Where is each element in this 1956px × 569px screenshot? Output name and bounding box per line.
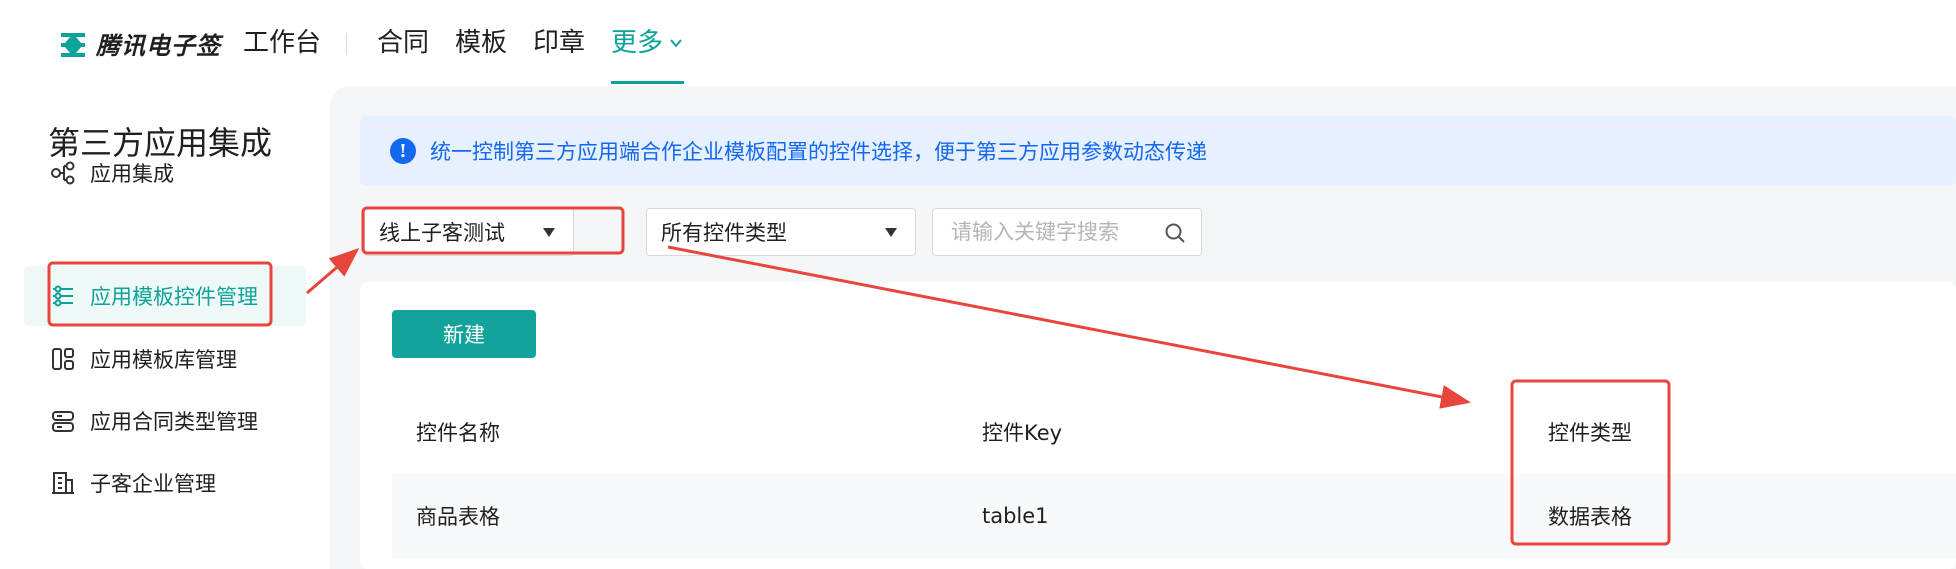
info-icon: ! — [390, 138, 416, 164]
column-header-type: 控件类型 — [1548, 421, 1632, 445]
app-select-value: 线上子客测试 — [379, 221, 505, 245]
stack-icon — [52, 411, 74, 432]
cell-control-type: 数据表格 — [1548, 505, 1632, 529]
top-navigation: 腾讯电子签 工作台 合同 模板 印章 更多 — [0, 0, 1956, 86]
nav-divider — [346, 33, 347, 55]
share-nodes-icon — [51, 161, 75, 185]
table-header: 控件名称 控件Key 控件类型 — [392, 390, 1956, 474]
nav-seals[interactable]: 印章 — [533, 26, 585, 60]
sidebar-item-template-controls[interactable]: 应用模板控件管理 — [24, 266, 306, 326]
sidebar-item-label: 应用合同类型管理 — [90, 410, 258, 434]
nav-workbench[interactable]: 工作台 — [243, 26, 321, 60]
new-button[interactable]: 新建 — [392, 310, 536, 358]
logo[interactable]: 腾讯电子签 — [58, 26, 221, 61]
app-select[interactable]: 线上子客测试 — [364, 208, 574, 256]
nav-templates[interactable]: 模板 — [455, 26, 507, 60]
sidebar-item-label: 应用集成 — [90, 162, 174, 186]
logo-text: 腾讯电子签 — [96, 32, 221, 60]
sidebar-item-label: 应用模板控件管理 — [90, 285, 258, 309]
cell-control-key: table1 — [982, 504, 1049, 528]
chevron-down-icon — [670, 39, 682, 48]
sidebar-item-label: 应用模板库管理 — [90, 348, 237, 372]
building-icon — [52, 472, 74, 494]
cell-control-name: 商品表格 — [416, 505, 500, 529]
column-header-key: 控件Key — [982, 421, 1063, 445]
sidebar-item-template-library[interactable]: 应用模板库管理 — [24, 329, 306, 389]
nav-more-label: 更多 — [611, 28, 664, 58]
search-icon[interactable] — [1163, 221, 1187, 245]
logo-mark-icon — [61, 32, 85, 57]
caret-down-icon — [543, 228, 555, 237]
controls-table: 控件名称 控件Key 控件类型 商品表格 table1 数据表格 — [392, 390, 1956, 558]
notice-text: 统一控制第三方应用端合作企业模板配置的控件选择，便于第三方应用参数动态传递 — [430, 140, 1207, 164]
table-row[interactable]: 商品表格 table1 数据表格 — [392, 474, 1956, 558]
main-content: ! 统一控制第三方应用端合作企业模板配置的控件选择，便于第三方应用参数动态传递 … — [330, 86, 1956, 569]
sidebar-item-label: 子客企业管理 — [90, 472, 216, 496]
nav-more[interactable]: 更多 — [611, 26, 683, 60]
control-type-select-value: 所有控件类型 — [661, 221, 787, 245]
caret-down-icon — [885, 228, 897, 237]
nav-active-indicator — [611, 81, 684, 84]
sidebar-item-sub-enterprises[interactable]: 子客企业管理 — [24, 453, 306, 513]
search-box[interactable] — [932, 208, 1202, 256]
control-type-select[interactable]: 所有控件类型 — [646, 208, 916, 256]
layout-icon — [52, 348, 74, 370]
sliders-icon — [53, 285, 73, 307]
controls-panel: 新建 控件名称 控件Key 控件类型 商品表格 table1 数据表格 — [360, 282, 1956, 569]
sidebar-item-app-integration[interactable]: 应用集成 — [24, 143, 306, 203]
sidebar: 第三方应用集成 应用集成 应用模板控件管理 应用模板库管理 应用合同类型管理 子… — [0, 86, 330, 569]
column-header-name: 控件名称 — [416, 421, 500, 445]
search-input[interactable] — [951, 220, 1151, 244]
sidebar-item-contract-types[interactable]: 应用合同类型管理 — [24, 391, 306, 451]
info-notice: ! 统一控制第三方应用端合作企业模板配置的控件选择，便于第三方应用参数动态传递 — [360, 116, 1956, 186]
nav-contracts[interactable]: 合同 — [377, 26, 429, 60]
